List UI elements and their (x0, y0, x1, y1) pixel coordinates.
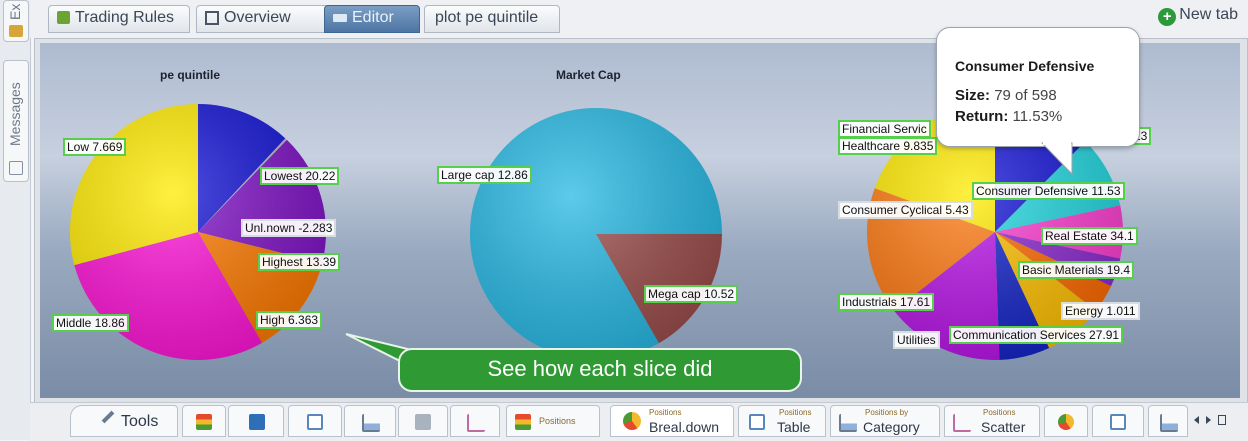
tooltip-size-row: Size: 79 of 598 (955, 87, 1057, 104)
scroll-right-icon[interactable] (1206, 416, 1211, 424)
data-label-healthcare: Healthcare 9.835 (838, 137, 938, 155)
data-label-high: High 6.363 (256, 311, 323, 329)
bar-chart-icon (362, 414, 380, 432)
data-label-lowest: Lowest 20.22 (260, 167, 340, 185)
data-label-low: Low 7.669 (63, 138, 127, 156)
data-label-unknown: Unl.nown -2.283 (241, 219, 337, 237)
data-label-consumer-cyclical: Consumer Cyclical 5.43 (838, 201, 973, 219)
toolbar-chart-button-9[interactable] (1148, 405, 1188, 437)
table-icon (307, 414, 323, 430)
tooltip-return-row: Return: 11.53% (955, 108, 1062, 125)
stacked-bar-icon (196, 414, 212, 430)
category-small-label: Positions by (865, 408, 909, 417)
scatter-label: Scatter (981, 419, 1026, 435)
pie-icon (1058, 414, 1074, 430)
data-label-consumer-defensive: Consumer Defensive 11.53 (972, 182, 1125, 200)
toolbar-chart-button-4[interactable] (344, 405, 396, 437)
data-label-highest: Highest 13.39 (258, 253, 341, 271)
toolbar-chart-button-5[interactable] (398, 405, 448, 437)
slice-tooltip: Consumer Defensive Size: 79 of 598 Retur… (936, 27, 1140, 147)
tooltip-size-label: Size: (955, 87, 991, 104)
data-label-real-estate: Real Estate 34.1 (1041, 227, 1138, 245)
data-label-communication-services: Communication Services 27.91 (949, 326, 1124, 344)
scatter-tab[interactable]: Positions Scatter (944, 405, 1040, 437)
toolbar-chart-button-6[interactable] (450, 405, 500, 437)
column-icon (1160, 414, 1178, 432)
pie-chart-market-cap (470, 107, 722, 360)
toolbar-chart-button-7[interactable] (1044, 405, 1088, 437)
tab-list-icon[interactable] (1218, 415, 1226, 425)
tooltip-return-label: Return: (955, 108, 1009, 125)
table-view-icon (749, 414, 765, 430)
positions-button[interactable]: Positions (506, 405, 600, 437)
category-bar-icon (839, 414, 857, 432)
toolbar-chart-button-2[interactable] (228, 405, 284, 437)
table-tab[interactable]: Positions Table (738, 405, 826, 437)
category-tab[interactable]: Positions by Category (830, 405, 940, 437)
pie-shading (470, 108, 722, 360)
tools-label: Tools (121, 413, 159, 430)
data-label-financial-services: Financial Servic (838, 120, 931, 138)
chart-title-market-cap: Market Cap (556, 68, 621, 82)
positions-label: Positions (539, 416, 576, 426)
bottom-toolbar: Tools Positions Positions Breal.down Pos… (30, 402, 1248, 441)
breakdown-label: Breal.down (649, 419, 720, 435)
tooltip-return-value: 11.53% (1012, 108, 1063, 125)
data-label-mega-cap: Mega cap 10.52 (644, 285, 739, 303)
scroll-left-icon[interactable] (1194, 416, 1199, 424)
scatter-icon (467, 414, 485, 432)
tooltip-title: Consumer Defensive (955, 58, 1095, 74)
data-label-basic-materials: Basic Materials 19.4 (1018, 261, 1135, 279)
breakdown-small-label: Positions (649, 408, 682, 417)
wrench-icon (101, 410, 115, 424)
tools-button[interactable]: Tools (70, 405, 178, 437)
toolbar-chart-button-8[interactable] (1092, 405, 1144, 437)
data-label-middle: Middle 18.86 (52, 314, 129, 332)
callout-banner: See how each slice did (398, 348, 802, 392)
grid-icon (1110, 414, 1126, 430)
scatter-small-label: Positions (983, 408, 1016, 417)
data-label-large-cap: Large cap 12.86 (437, 166, 532, 184)
table-label: Table (777, 419, 811, 435)
data-label-energy: Energy 1.011 (1061, 302, 1140, 320)
category-label: Category (863, 419, 920, 435)
area-chart-icon (249, 414, 265, 430)
positions-icon (515, 414, 531, 430)
data-label-industrials: Industrials 17.61 (838, 293, 935, 311)
toolbar-chart-button-3[interactable] (288, 405, 342, 437)
table-small-label: Positions (779, 408, 812, 417)
scatter-view-icon (953, 414, 971, 432)
data-label-utilities: Utilities (893, 331, 940, 349)
histogram-icon (415, 414, 431, 430)
toolbar-chart-button-1[interactable] (182, 405, 226, 437)
chart-title-pe-quintile: pe quintile (160, 68, 220, 82)
tooltip-size-value: 79 of 598 (994, 87, 1057, 104)
breakdown-tab[interactable]: Positions Breal.down (610, 405, 734, 437)
pie-chart-icon (623, 412, 641, 430)
